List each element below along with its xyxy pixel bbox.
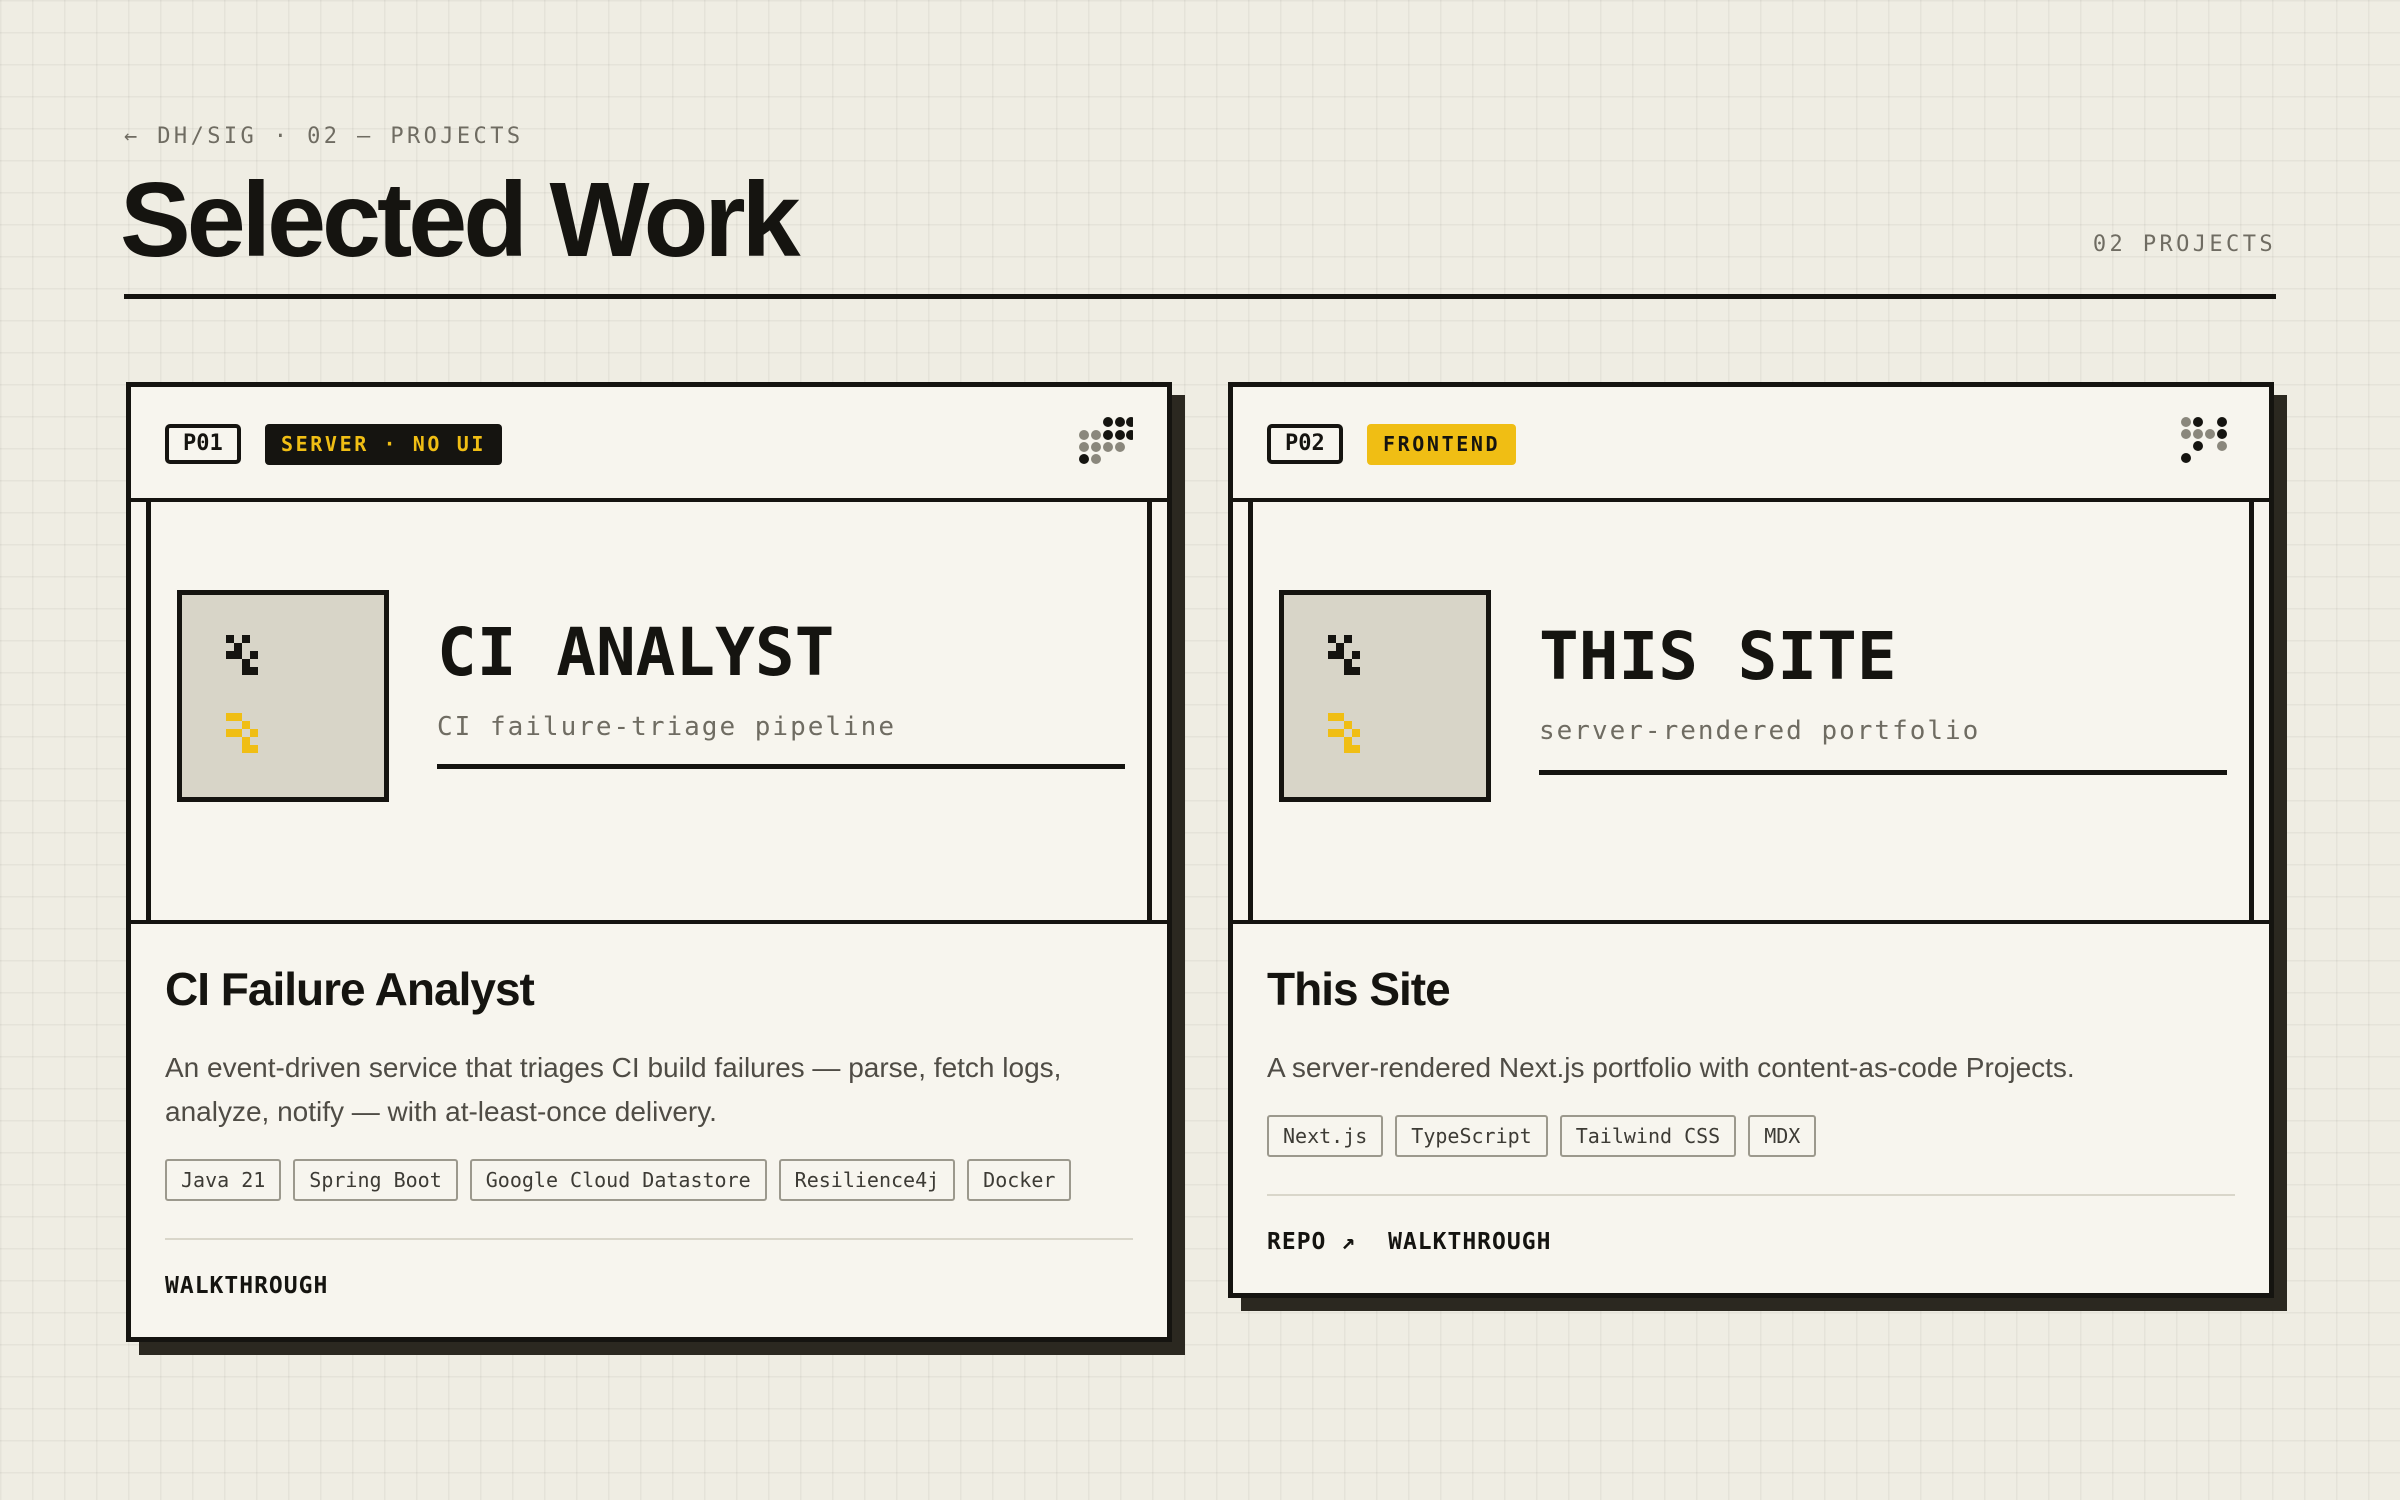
project-id-badge: P02 [1267,424,1343,464]
tech-tag: Java 21 [165,1159,282,1201]
project-card-p02[interactable]: P02 FRONTEND THIS SITE server-rendered p… [1228,382,2274,1298]
project-description: A server-rendered Next.js portfolio with… [1267,1052,2075,1083]
project-id-badge: P01 [165,424,241,464]
hero-subtitle: CI failure-triage pipeline [437,712,896,742]
tech-tag: Tailwind CSS [1559,1115,1737,1157]
tech-tag: Docker [967,1159,1072,1201]
tech-tag: Next.js [1267,1115,1384,1157]
hero-frame-right [2249,502,2254,920]
category-badge: FRONTEND [1367,424,1517,465]
hero-frame-right [1147,502,1152,920]
dot-matrix-icon [1079,417,1133,464]
card-header: P01 SERVER · NO UI [131,387,1167,502]
project-title[interactable]: CI Failure Analyst [165,966,1133,1012]
tech-tag: MDX [1748,1115,1817,1157]
project-hero: THIS SITE server-rendered portfolio [1233,502,2269,924]
pixel-glyph-icon [226,635,258,753]
card-links: REPO ↗ WALKTHROUGH [1267,1229,2235,1255]
hero-title: THIS SITE [1539,618,1897,695]
page-title: Selected Work [120,161,801,279]
tech-tag: Resilience4j [778,1159,956,1201]
card-body: This Site A server-rendered Next.js port… [1233,924,2269,1293]
repo-link[interactable]: REPO ↗ [1267,1229,1356,1255]
hero-tile [1279,590,1491,802]
card-body: CI Failure Analyst An event-driven servi… [131,924,1167,1337]
project-count: 02 PROJECTS [2092,232,2276,257]
tech-tag: Spring Boot [293,1159,458,1201]
card-header: P02 FRONTEND [1233,387,2269,502]
tech-tag: TypeScript [1395,1115,1548,1157]
hero-subtitle: server-rendered portfolio [1539,716,1981,746]
project-card-p01[interactable]: P01 SERVER · NO UI CI ANALYST CI failure… [126,382,1172,1342]
hero-tile [177,590,389,802]
hero-title: CI ANALYST [437,614,835,691]
project-title[interactable]: This Site [1267,966,2235,1012]
card-divider [165,1238,1133,1240]
hero-underline [437,764,1125,769]
hero-frame-left [1248,502,1253,920]
walkthrough-link[interactable]: WALKTHROUGH [1388,1229,1551,1255]
card-divider [1267,1194,2235,1196]
page-header: ← DH/SIG · 02 — PROJECTS Selected Work 0… [120,120,2276,300]
pixel-glyph-icon [1328,635,1360,753]
hero-underline [1539,770,2227,775]
breadcrumb-back-link[interactable]: ← DH/SIG · 02 — PROJECTS [124,124,523,149]
project-description: An event-driven service that triages CI … [165,1052,1062,1127]
dot-matrix-icon [2181,417,2227,463]
project-hero: CI ANALYST CI failure-triage pipeline [131,502,1167,924]
tech-tag: Google Cloud Datastore [469,1159,767,1201]
tech-tag-list: Java 21 Spring Boot Google Cloud Datasto… [165,1159,1133,1201]
header-divider [124,294,2276,299]
tech-tag-list: Next.js TypeScript Tailwind CSS MDX [1267,1115,2235,1157]
hero-frame-left [146,502,151,920]
walkthrough-link[interactable]: WALKTHROUGH [165,1273,328,1299]
category-badge: SERVER · NO UI [265,424,502,465]
card-links: WALKTHROUGH [165,1273,1133,1299]
